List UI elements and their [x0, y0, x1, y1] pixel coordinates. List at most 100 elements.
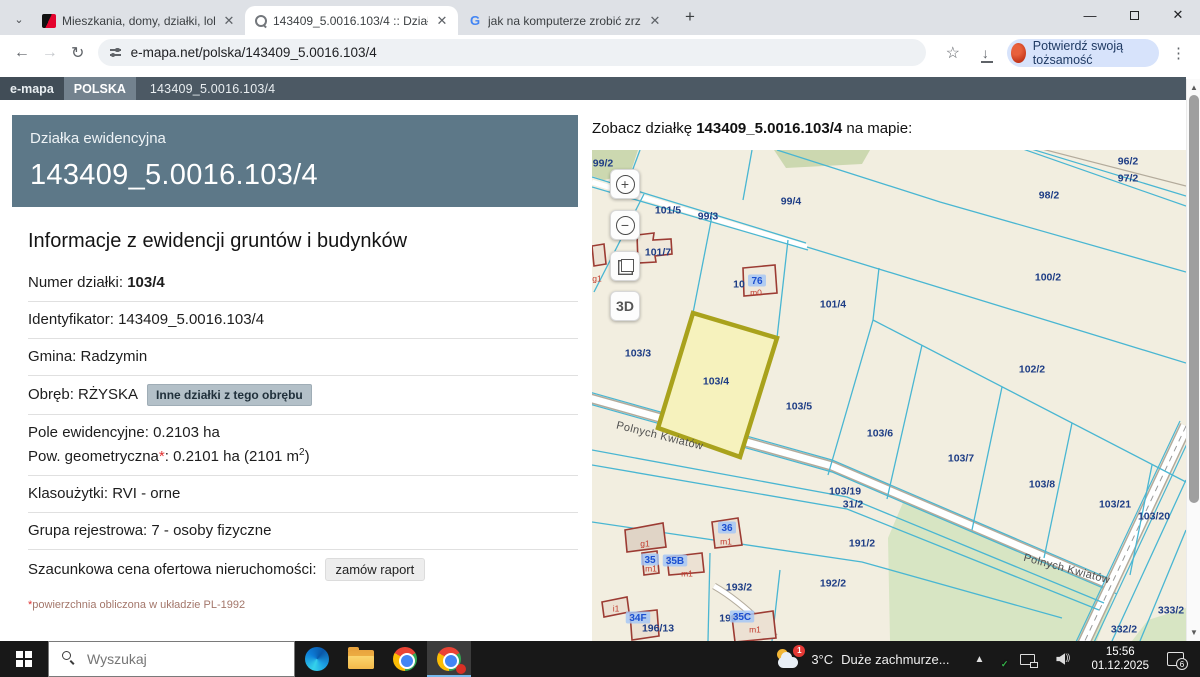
svg-text:191/2: 191/2: [849, 538, 875, 550]
svg-text:103/6: 103/6: [867, 428, 893, 440]
svg-text:m1: m1: [645, 564, 657, 574]
svg-text:103/7: 103/7: [948, 453, 974, 465]
svg-text:35B: 35B: [666, 556, 684, 567]
row-label: Numer działki:: [28, 273, 123, 293]
polska-tab[interactable]: POLSKA: [64, 77, 136, 100]
svg-text:g1: g1: [640, 539, 650, 549]
check-icon: ✓: [1001, 659, 1009, 670]
volume-icon[interactable]: [1056, 653, 1070, 665]
svg-text:35C: 35C: [733, 612, 751, 623]
close-window-button[interactable]: ✕: [1156, 0, 1200, 30]
tab-title: 143409_5.0016.103/4 :: Działka: [273, 14, 428, 28]
weather-icon[interactable]: 1: [775, 647, 803, 671]
site-settings-icon[interactable]: [110, 48, 121, 58]
svg-text:101/7: 101/7: [645, 247, 671, 259]
downloads-icon[interactable]: ↓: [982, 45, 989, 61]
row-powierzchnia: Pole ewidencyjne: 0.2103 ha Pow. geometr…: [28, 415, 578, 476]
svg-text:m1: m1: [720, 537, 732, 547]
minimize-button[interactable]: —: [1068, 0, 1112, 30]
toolbar-gap: [0, 70, 1200, 77]
address-bar[interactable]: e-mapa.net/polska/143409_5.0016.103/4: [98, 39, 926, 66]
search-input[interactable]: [48, 641, 295, 677]
taskbar-edge[interactable]: [295, 641, 339, 677]
network-icon[interactable]: [1020, 654, 1035, 665]
row-klasouzytki: Klasoużytki: RVI - orne: [28, 476, 578, 513]
maximize-button[interactable]: [1112, 0, 1156, 30]
taskbar-search[interactable]: [48, 641, 295, 677]
svg-text:36: 36: [721, 523, 733, 534]
3d-view-button[interactable]: 3D: [610, 291, 640, 321]
layers-button[interactable]: [610, 251, 640, 281]
row-value: 103/4: [127, 273, 165, 293]
minus-icon: −: [616, 216, 635, 235]
google-favicon: G: [468, 13, 482, 28]
scroll-down-icon[interactable]: ▼: [1187, 628, 1200, 637]
map-caption: Zobacz działkę 143409_5.0016.103/4 na ma…: [592, 120, 912, 137]
weather-badge: 1: [793, 645, 805, 657]
close-tab-icon[interactable]: ✕: [221, 13, 237, 29]
new-tab-button[interactable]: +: [677, 4, 703, 30]
tab-emapa-active[interactable]: 143409_5.0016.103/4 :: Działka ✕: [245, 6, 458, 35]
close-tab-icon[interactable]: ✕: [434, 13, 450, 29]
scroll-up-icon[interactable]: ▲: [1187, 83, 1200, 92]
notification-center-icon[interactable]: 6: [1167, 652, 1184, 666]
profile-identity-button[interactable]: Potwierdź swoją tożsamość: [1007, 39, 1159, 67]
svg-text:99/2: 99/2: [593, 158, 614, 170]
tab-title: Mieszkania, domy, działki, lokal: [62, 14, 215, 28]
bookmark-star-icon[interactable]: ☆: [946, 43, 960, 63]
scrollbar-thumb[interactable]: [1189, 95, 1199, 503]
parcel-header: Działka ewidencyjna 143409_5.0016.103/4: [12, 115, 578, 207]
start-button[interactable]: [0, 641, 48, 677]
taskbar-chrome-active[interactable]: [427, 641, 471, 677]
order-report-button[interactable]: zamów raport: [325, 558, 426, 581]
close-tab-icon[interactable]: ✕: [647, 13, 663, 29]
zoom-in-button[interactable]: +: [610, 169, 640, 199]
row-value: RŻYSKA: [78, 385, 138, 405]
row-identyfikator: Identyfikator: 143409_5.0016.103/4: [28, 302, 578, 339]
svg-text:10: 10: [733, 279, 745, 291]
maximize-icon: [1130, 11, 1139, 20]
otodom-favicon: [42, 14, 56, 28]
other-parcels-button[interactable]: Inne działki z tego obrębu: [147, 384, 312, 406]
url-text[interactable]: e-mapa.net/polska/143409_5.0016.103/4: [131, 45, 377, 60]
tab-title: jak na komputerze zrobić zrzut: [488, 14, 641, 28]
svg-text:m0: m0: [750, 288, 762, 298]
browser-tabstrip: ⌄ Mieszkania, domy, działki, lokal ✕ 143…: [0, 0, 1200, 35]
page-scrollbar[interactable]: ▲ ▼: [1186, 79, 1200, 641]
taskbar-explorer[interactable]: [339, 641, 383, 677]
tray-chevron-icon[interactable]: ▲: [975, 654, 985, 665]
tab-google-search[interactable]: G jak na komputerze zrobić zrzut ✕: [458, 6, 671, 35]
taskbar-chrome[interactable]: [383, 641, 427, 677]
reload-button[interactable]: ↻: [66, 39, 90, 67]
svg-text:103/3: 103/3: [625, 348, 651, 360]
parcel-header-id: 143409_5.0016.103/4: [30, 159, 560, 192]
svg-text:193/2: 193/2: [726, 582, 752, 594]
profile-avatar: [1011, 43, 1026, 63]
weather-description[interactable]: Duże zachmurze...: [841, 652, 949, 667]
back-button[interactable]: ←: [10, 39, 34, 67]
tab-search-chevron-icon[interactable]: ⌄: [8, 8, 30, 30]
map-caption-id: 143409_5.0016.103/4: [696, 120, 842, 137]
footnote: *powierzchnia obliczona w układzie PL-19…: [28, 599, 578, 611]
edge-icon: [305, 647, 329, 671]
clock[interactable]: 15:56 01.12.2025: [1091, 645, 1149, 673]
row-label: Szacunkowa cena ofertowa nieruchomości:: [28, 560, 317, 580]
zoom-out-button[interactable]: −: [610, 210, 640, 240]
svg-text:31/2: 31/2: [843, 499, 864, 511]
parcel-header-label: Działka ewidencyjna: [30, 130, 560, 147]
magnifier-favicon: [255, 15, 267, 27]
emapa-header-bar: e-mapa POLSKA 143409_5.0016.103/4: [0, 77, 1186, 100]
area-line2: Pow. geometryczna*: 0.2101 ha (2101 m2): [28, 443, 578, 467]
row-label: Klasoużytki:: [28, 484, 108, 504]
system-tray: 1 3°C Duże zachmurze... ▲ ✓ 15:56 01.12.…: [775, 645, 1200, 673]
svg-text:101/5: 101/5: [655, 205, 681, 217]
chrome-icon: [393, 647, 417, 671]
defender-tray-item[interactable]: ✓: [993, 650, 1011, 668]
map-viewport[interactable]: Polnych KwiatówPolnych Kwiatów 99/2101/5…: [592, 150, 1186, 641]
forward-button[interactable]: →: [38, 39, 62, 67]
weather-temp[interactable]: 3°C: [811, 652, 833, 667]
browser-menu-icon[interactable]: ⋮: [1171, 44, 1186, 62]
svg-text:76: 76: [751, 276, 763, 287]
tab-otodom[interactable]: Mieszkania, domy, działki, lokal ✕: [32, 6, 245, 35]
emapa-brand-tab[interactable]: e-mapa: [0, 77, 64, 100]
